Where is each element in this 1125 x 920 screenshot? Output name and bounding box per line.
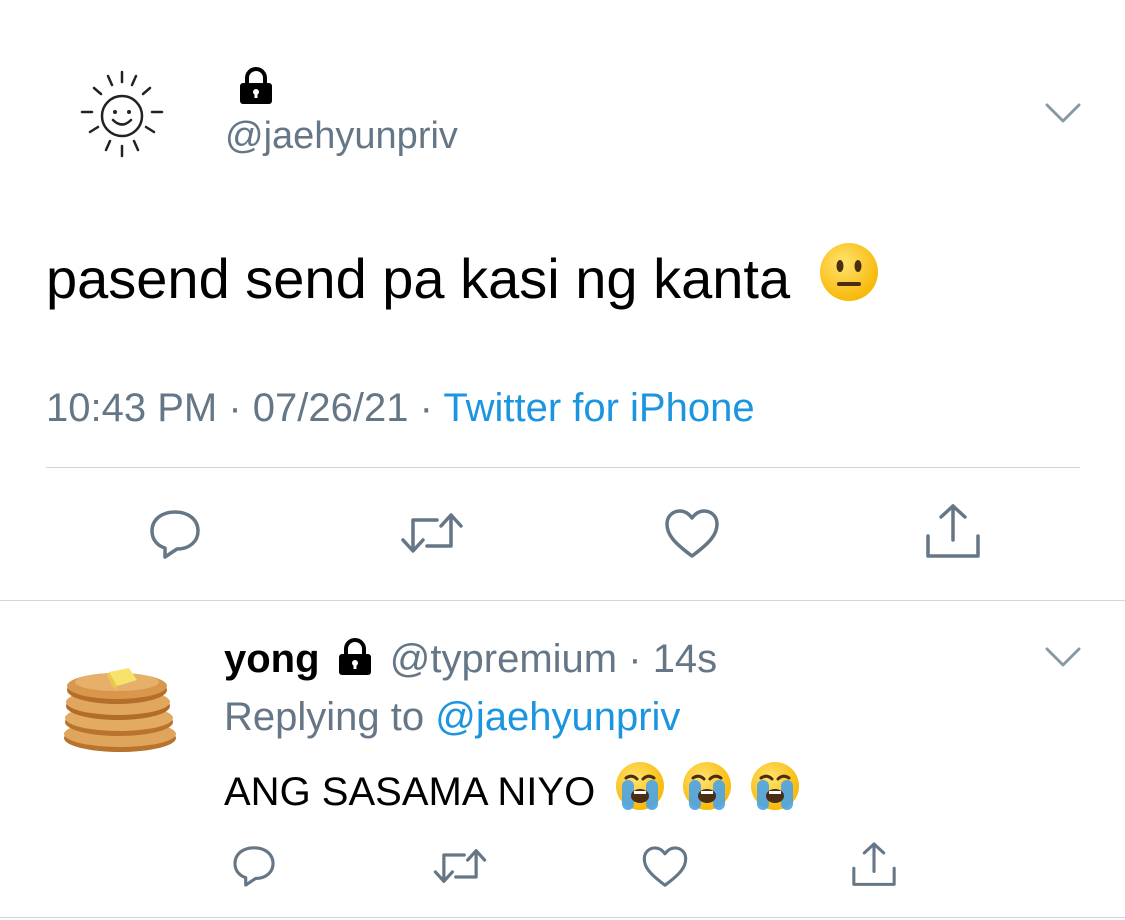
tweet-handle[interactable]: @jaehyunpriv — [225, 112, 458, 160]
divider — [0, 917, 1125, 918]
reply-text-content: ANG SASAMA NIYO — [224, 770, 596, 815]
share-icon — [852, 842, 896, 886]
retweet-icon — [401, 513, 463, 553]
divider — [0, 600, 1125, 601]
reply-author-handle[interactable]: @typremium — [390, 637, 617, 681]
heart-icon — [665, 509, 719, 558]
pancake-avatar-icon — [64, 668, 176, 752]
meta-separator: · — [228, 386, 242, 430]
tweet-meta: 10:43 PM · 07/26/21 · Twitter for iPhone — [46, 384, 755, 432]
sun-avatar-icon — [80, 70, 164, 158]
tweet-more-chevron-icon[interactable] — [1043, 99, 1083, 127]
reply-share-button[interactable] — [849, 840, 899, 890]
reply-retweet-button[interactable] — [432, 846, 488, 886]
replying-to-line: Replying to @jaehyunpriv — [224, 692, 680, 742]
reply-text: ANG SASAMA NIYO — [224, 762, 801, 827]
loudly-crying-face-emoji — [614, 760, 666, 825]
reply-button[interactable] — [146, 507, 204, 561]
loudly-crying-face-emoji — [749, 760, 801, 825]
reply-avatar[interactable] — [55, 650, 185, 760]
reply-timestamp[interactable]: 14s — [653, 637, 718, 681]
meta-separator: · — [628, 637, 642, 681]
heart-icon — [642, 846, 688, 887]
tweet-text-content: pasend send pa kasi ng kanta — [46, 246, 791, 310]
share-icon — [926, 504, 980, 558]
protected-lock-icon — [335, 637, 375, 677]
tweet-avatar[interactable] — [76, 68, 168, 160]
reply-icon — [150, 510, 200, 559]
neutral-face-emoji — [818, 241, 880, 317]
reply-more-chevron-icon[interactable] — [1043, 643, 1083, 671]
replying-to-label: Replying to — [224, 695, 425, 739]
tweet-source-link[interactable]: Twitter for iPhone — [443, 386, 754, 430]
reply-icon — [233, 846, 275, 887]
loudly-crying-face-emoji — [681, 760, 733, 825]
tweet-time: 10:43 PM — [46, 386, 218, 430]
tweet-date: 07/26/21 — [252, 386, 409, 430]
reply-reply-button[interactable] — [230, 843, 278, 889]
reply-author-name[interactable]: yong — [224, 637, 320, 681]
retweet-button[interactable] — [399, 510, 465, 556]
like-button[interactable] — [663, 508, 721, 560]
reply-header: yong @typremium · 14s — [224, 634, 717, 684]
protected-lock-icon — [236, 66, 276, 106]
divider — [46, 467, 1080, 468]
tweet-text: pasend send pa kasi ng kanta — [46, 243, 880, 321]
replying-to-handle-link[interactable]: @jaehyunpriv — [435, 695, 680, 739]
retweet-icon — [433, 849, 487, 883]
meta-separator: · — [419, 386, 433, 430]
reply-like-button[interactable] — [641, 845, 689, 889]
share-button[interactable] — [922, 502, 984, 562]
